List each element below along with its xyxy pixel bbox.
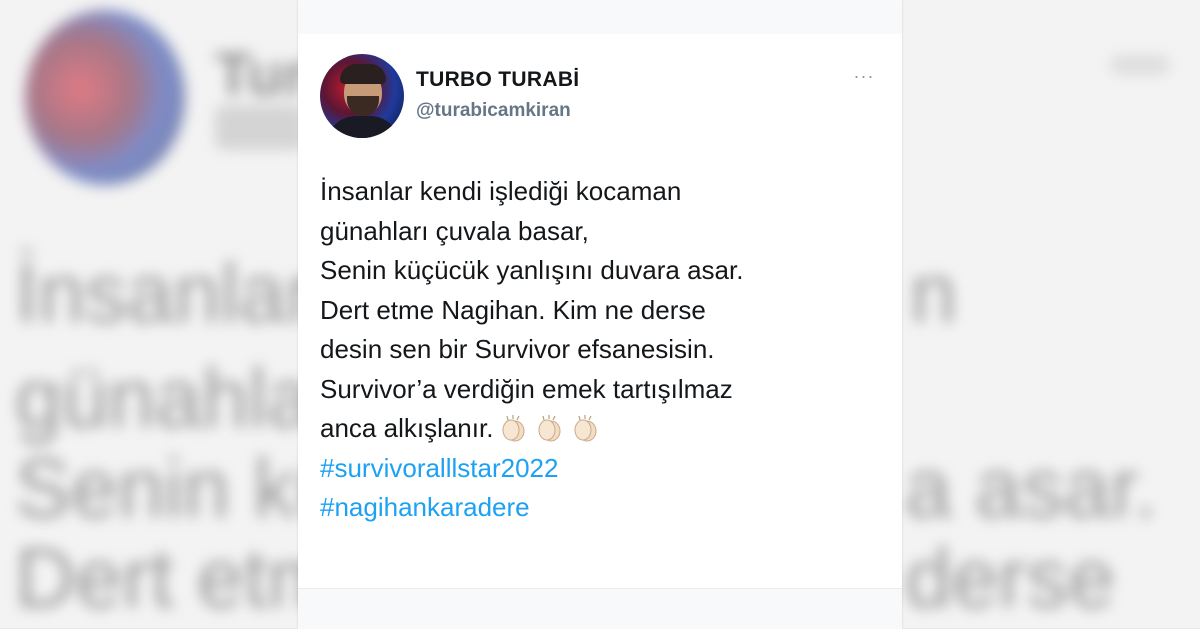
card-top-bar bbox=[298, 0, 902, 34]
tweet-card: TURBO TURABİ @turabicamkiran ··· İnsanla… bbox=[298, 0, 902, 629]
hashtag-link[interactable]: #nagihankaradere bbox=[320, 488, 890, 528]
clapping-hands-emoji bbox=[535, 413, 565, 443]
author-handle[interactable]: @turabicamkiran bbox=[416, 100, 571, 122]
tweet-text: İnsanlar kendi işlediği kocaman günahlar… bbox=[320, 172, 890, 528]
tweet-line: anca alkışlanır. bbox=[320, 413, 494, 443]
background-line-right: n bbox=[910, 246, 957, 340]
avatar-beard bbox=[347, 96, 379, 116]
tweet-line: Dert etme Nagihan. Kim ne derse bbox=[320, 294, 706, 325]
background-more-icon bbox=[1110, 55, 1170, 75]
more-options-icon[interactable]: ··· bbox=[850, 66, 878, 86]
tweet-line: günahları çuvala basar, bbox=[320, 215, 589, 246]
author-display-name[interactable]: TURBO TURABİ bbox=[416, 68, 579, 92]
background-line-right: a asar. bbox=[905, 441, 1158, 535]
card-bottom-bar bbox=[298, 588, 902, 629]
tweet-line: Senin küçücük yanlışını duvara asar. bbox=[320, 255, 744, 285]
avatar-beanie bbox=[340, 64, 386, 84]
avatar[interactable] bbox=[320, 54, 404, 138]
background-line-right: derse bbox=[905, 531, 1116, 625]
tweet-line: İnsanlar kendi işlediği kocaman bbox=[320, 176, 682, 206]
clapping-hands-emoji bbox=[571, 413, 601, 443]
avatar-body bbox=[326, 116, 400, 138]
hashtag-link[interactable]: #survivoralllstar2022 bbox=[320, 449, 890, 489]
tweet-line: Survivor’a verdiğin emek tartışılmaz bbox=[320, 373, 733, 404]
tweet-line: desin sen bir Survivor efsanesisin. bbox=[320, 334, 715, 364]
background-avatar bbox=[25, 10, 185, 185]
background-handle bbox=[215, 105, 305, 150]
clapping-hands-emoji bbox=[499, 413, 529, 443]
tweet-line-last: anca alkışlanır. bbox=[320, 409, 890, 449]
